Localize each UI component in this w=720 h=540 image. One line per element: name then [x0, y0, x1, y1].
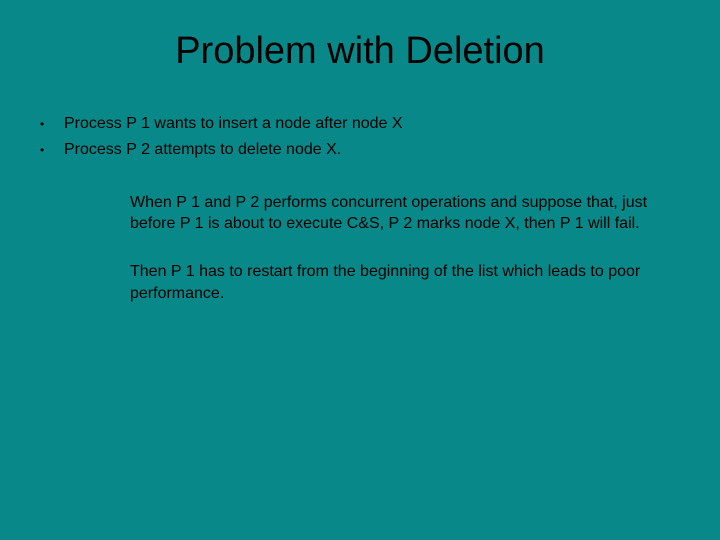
list-item: • Process P 1 wants to insert a node aft…	[40, 113, 690, 135]
paragraph: Then P 1 has to restart from the beginni…	[130, 261, 650, 304]
body-paragraphs: When P 1 and P 2 performs concurrent ope…	[130, 192, 650, 304]
slide-title: Problem with Deletion	[30, 30, 690, 73]
bullet-text: Process P 1 wants to insert a node after…	[64, 113, 690, 135]
bullet-text: Process P 2 attempts to delete node X.	[64, 139, 690, 161]
bullet-icon: •	[40, 139, 64, 159]
bullet-list: • Process P 1 wants to insert a node aft…	[40, 113, 690, 162]
slide: Problem with Deletion • Process P 1 want…	[0, 0, 720, 540]
bullet-icon: •	[40, 113, 64, 133]
paragraph: When P 1 and P 2 performs concurrent ope…	[130, 192, 650, 235]
list-item: • Process P 2 attempts to delete node X.	[40, 139, 690, 161]
